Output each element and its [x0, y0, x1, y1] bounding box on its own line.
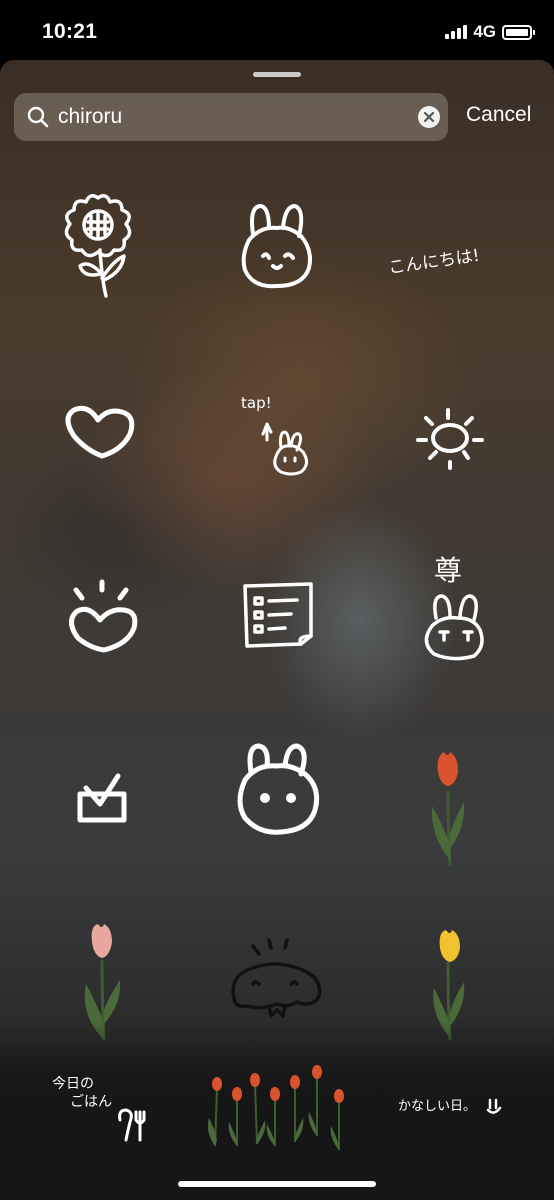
sheet-grabber[interactable] — [253, 72, 301, 77]
sticker-checkbox[interactable] — [22, 710, 182, 870]
network-type: 4G — [473, 22, 496, 41]
status-bar: 10:21 4G — [0, 0, 554, 60]
search-input[interactable] — [58, 93, 398, 141]
sticker-sun[interactable] — [376, 358, 536, 518]
konnichiwa-text-sticker: こんにちは! — [387, 246, 481, 279]
battery-icon — [502, 24, 535, 40]
sticker-konnichiwa[interactable]: こんにちは! — [376, 180, 536, 340]
sticker-red-tulip[interactable] — [370, 710, 530, 870]
sticker-heart[interactable] — [18, 358, 178, 518]
sticker-honor-bunny[interactable]: 尊 — [376, 532, 536, 692]
big-bunny-icon — [237, 743, 320, 835]
search-icon — [27, 106, 49, 128]
checkbox-icon — [77, 773, 127, 823]
kanashii-text: かなしい日。 — [398, 1099, 476, 1114]
sunflower-icon — [64, 194, 132, 298]
sticker-todays-meal[interactable]: 今日の ごはん — [30, 1046, 190, 1156]
sticker-big-bunny[interactable] — [197, 710, 357, 870]
tap-bunny-icon: tap! — [241, 394, 308, 476]
bunny-icon — [241, 204, 312, 289]
tulip-row-icon — [207, 1065, 344, 1150]
sticker-tulip-row[interactable] — [197, 1046, 357, 1166]
red-tulip-icon — [431, 752, 465, 867]
tap-text: tap! — [241, 394, 272, 412]
sticker-search-sheet: Cancel こんにちは! — [0, 60, 554, 1200]
cellular-signal-icon — [445, 25, 468, 39]
sun-icon — [416, 408, 484, 470]
honor-kanji: 尊 — [434, 554, 462, 587]
memo-note-icon — [243, 582, 313, 648]
cancel-button[interactable]: Cancel — [466, 103, 531, 127]
lunch-text-1: 今日の — [52, 1076, 94, 1092]
todays-meal-icon: 今日の ごはん — [52, 1076, 146, 1142]
home-indicator[interactable] — [178, 1181, 376, 1187]
sticker-glowing-heart[interactable] — [22, 532, 182, 692]
clear-search-button[interactable] — [418, 106, 440, 128]
sticker-sunflower[interactable] — [18, 180, 178, 340]
glowing-heart-icon — [69, 579, 138, 653]
heart-icon — [65, 405, 135, 459]
sticker-memo-note[interactable] — [197, 532, 357, 692]
status-indicators: 4G — [445, 22, 535, 42]
sticker-bunny-face[interactable] — [197, 180, 357, 340]
konnichiwa-text: こんにちは! — [387, 246, 481, 279]
search-field[interactable] — [14, 93, 448, 141]
sad-day-icon: かなしい日。 — [398, 1098, 502, 1114]
battery-level — [506, 28, 528, 36]
sticker-sad-day[interactable]: かなしい日。 — [376, 1046, 536, 1156]
lunch-text-2: ごはん — [70, 1094, 112, 1110]
honor-bunny-icon: 尊 — [424, 554, 484, 661]
status-time: 10:21 — [42, 20, 98, 43]
sticker-tap-bunny[interactable]: tap! — [197, 358, 357, 518]
close-icon — [423, 111, 435, 123]
